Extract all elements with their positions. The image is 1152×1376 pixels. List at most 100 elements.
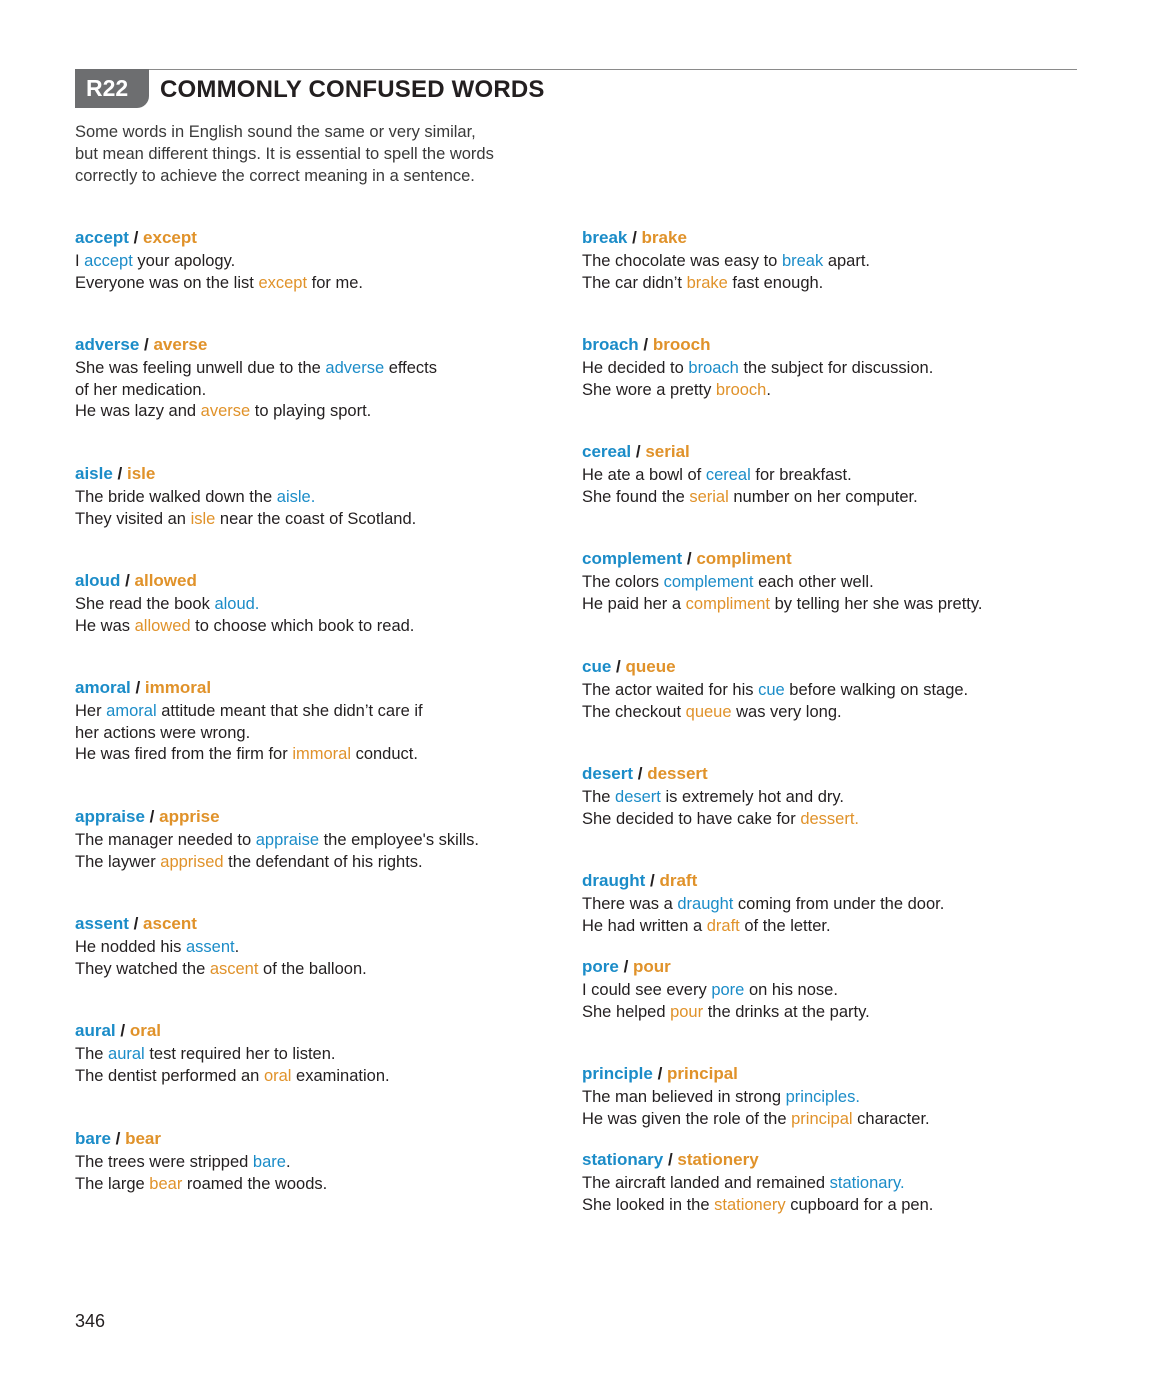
example-sentence: He ate a bowl of cereal for breakfast. xyxy=(582,465,1062,487)
sentence-text: . xyxy=(234,938,240,956)
word-a: aural xyxy=(75,1021,116,1040)
example-sentence: The aircraft landed and remained station… xyxy=(582,1173,1062,1195)
highlighted-word: draught xyxy=(677,895,734,913)
word-b: oral xyxy=(129,1021,161,1040)
word-a: pore xyxy=(582,957,619,976)
example-sentence: Her amoral attitude meant that she didn’… xyxy=(75,701,555,723)
word-pair-entry: aural / oral The aural test required her … xyxy=(75,1020,555,1087)
sentence-text: The dentist performed an xyxy=(75,1066,264,1085)
example-sentence: She helped pour the drinks at the party. xyxy=(582,1002,1062,1024)
word-pair-entry: draught / draft There was a draught comin… xyxy=(582,870,1062,937)
sentence-text: before walking on stage. xyxy=(784,681,969,699)
sentence-text: The chocolate was easy to xyxy=(582,252,782,270)
sentence-text: He was given the role of the xyxy=(582,1109,792,1128)
section-code-badge: R22 xyxy=(75,69,149,108)
pair-separator: / xyxy=(110,1129,126,1148)
word-a: break xyxy=(582,228,628,247)
sentence-text: near the coast of Scotland. xyxy=(215,509,417,528)
sentence-text: conduct. xyxy=(350,745,418,763)
highlighted-word: allowed xyxy=(134,616,191,635)
word-b: bear xyxy=(125,1129,162,1148)
example-sentence: The chocolate was easy to break apart. xyxy=(582,251,1062,273)
highlighted-word: queue xyxy=(685,702,732,721)
sentence-text: He decided to xyxy=(582,359,689,377)
highlighted-word: draft xyxy=(706,916,740,935)
word-pair-heading: cereal / serial xyxy=(582,441,1062,463)
sentence-text: She wore a pretty xyxy=(582,380,716,399)
highlighted-word: oral xyxy=(263,1066,292,1085)
pair-separator: / xyxy=(645,871,660,890)
sentence-text: The xyxy=(582,788,616,806)
example-sentence: He was allowed to choose which book to r… xyxy=(75,616,555,638)
word-pair-entry: stationary / stationery The aircraft land… xyxy=(582,1149,1062,1216)
pair-separator: / xyxy=(652,1064,668,1083)
example-sentence: There was a draught coming from under th… xyxy=(582,894,1062,916)
highlighted-word: averse xyxy=(200,402,251,420)
sentence-text: He had written a xyxy=(582,916,707,935)
example-sentence: He was lazy and averse to playing sport. xyxy=(75,401,555,423)
intro-line: but mean different things. It is essenti… xyxy=(75,145,494,163)
pair-separator: / xyxy=(663,1150,678,1169)
sentence-text: apart. xyxy=(823,252,871,270)
example-sentence: She wore a pretty brooch. xyxy=(582,380,1062,402)
pair-separator: / xyxy=(611,657,626,676)
highlighted-word: bear xyxy=(149,1174,183,1193)
sentence-text: She looked in the xyxy=(582,1195,715,1214)
word-a: aloud xyxy=(75,571,121,590)
word-b: immoral xyxy=(144,678,212,697)
highlighted-word: cereal xyxy=(705,466,751,484)
highlighted-word: apprised xyxy=(160,852,224,871)
sentence-text: effects xyxy=(384,359,438,377)
highlighted-word: isle xyxy=(190,509,216,528)
pair-separator: / xyxy=(112,464,127,483)
sentence-text: He was fired from the firm for xyxy=(75,745,293,763)
highlighted-word: aloud. xyxy=(214,595,260,613)
highlighted-word: ascent xyxy=(209,959,259,978)
word-b: stationery xyxy=(677,1150,759,1169)
word-pair-heading: break / brake xyxy=(582,227,1062,249)
word-pair-entry: aisle / isle The bride walked down the ai… xyxy=(75,463,555,530)
word-a: principle xyxy=(582,1064,653,1083)
sentence-text: The bride walked down the xyxy=(75,488,277,506)
pair-separator: / xyxy=(633,764,648,783)
sentence-text: cupboard for a pen. xyxy=(785,1195,934,1214)
word-pair-heading: bare / bear xyxy=(75,1128,555,1150)
sentence-text: roamed the woods. xyxy=(182,1174,328,1193)
sentence-text: He nodded his xyxy=(75,938,186,956)
highlighted-word: pour xyxy=(670,1002,704,1021)
word-a: amoral xyxy=(75,678,131,697)
example-sentence: The checkout queue was very long. xyxy=(582,702,1062,724)
example-sentence: He nodded his assent. xyxy=(75,937,555,959)
example-sentence: The actor waited for his cue before walk… xyxy=(582,680,1062,702)
sentence-text: her actions were wrong. xyxy=(75,723,251,742)
sentence-text: the drinks at the party. xyxy=(703,1002,870,1021)
highlighted-word: principal xyxy=(791,1109,853,1128)
sentence-text: the defendant of his rights. xyxy=(223,852,423,871)
highlighted-word: immoral xyxy=(292,745,351,763)
word-a: cereal xyxy=(582,442,632,461)
intro-paragraph: Some words in English sound the same or … xyxy=(75,121,545,187)
sentence-text: The man believed in strong xyxy=(582,1088,786,1106)
word-a: accept xyxy=(75,228,129,247)
page-number: 346 xyxy=(75,1311,106,1331)
word-b: pour xyxy=(633,957,671,976)
pair-separator: / xyxy=(618,957,634,976)
highlighted-word: brooch xyxy=(715,380,767,399)
sentence-text: She helped xyxy=(582,1002,671,1021)
example-sentence: her actions were wrong. xyxy=(75,723,555,745)
sentence-text: for breakfast. xyxy=(750,466,852,484)
word-pair-heading: stationary / stationery xyxy=(582,1149,1062,1171)
example-sentence: The desert is extremely hot and dry. xyxy=(582,787,1062,809)
example-sentence: Everyone was on the list except for me. xyxy=(75,273,555,295)
word-b: except xyxy=(143,228,197,247)
pair-separator: / xyxy=(682,549,697,568)
sentence-text: Her xyxy=(75,702,107,720)
sentence-text: to choose which book to read. xyxy=(190,616,415,635)
sentence-text: of the balloon. xyxy=(258,959,367,978)
page-title: COMMONLY CONFUSED WORDS xyxy=(160,76,545,103)
word-b: serial xyxy=(645,442,690,461)
word-pair-heading: aloud / allowed xyxy=(75,570,555,592)
sentence-text: to playing sport. xyxy=(250,402,372,420)
highlighted-word: aisle. xyxy=(276,488,316,506)
word-a: stationary xyxy=(582,1150,664,1169)
